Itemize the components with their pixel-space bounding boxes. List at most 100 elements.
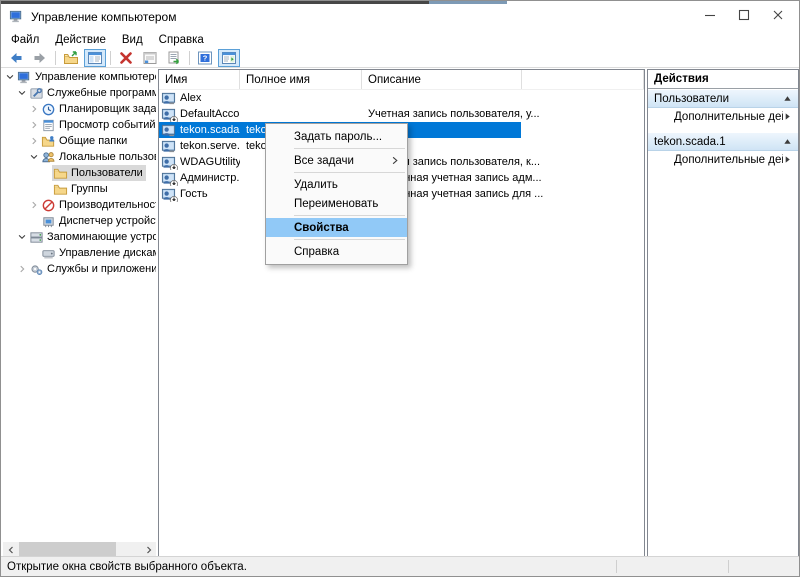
help-button[interactable]: ?: [194, 49, 216, 67]
tree-item-row[interactable]: Общие папки: [3, 133, 156, 149]
forward-arrow-button[interactable]: [29, 49, 51, 67]
forward-arrow-icon: [32, 50, 48, 66]
tree-node[interactable]: Локальные пользовате: [40, 149, 156, 165]
tree-node[interactable]: Запоминающие устройст: [28, 229, 156, 245]
tree-item-row[interactable]: Просмотр событий: [3, 117, 156, 133]
toolbar: ?: [1, 49, 799, 68]
chevron-expanded-icon[interactable]: [17, 232, 28, 243]
minimize-button[interactable]: [693, 3, 727, 27]
tree-chevron-spacer: [41, 184, 52, 195]
menubar-item-file[interactable]: Файл: [3, 32, 47, 48]
tree-node[interactable]: Производительность: [40, 197, 156, 213]
properties-button[interactable]: [139, 49, 161, 67]
tree-item-row[interactable]: Производительность: [3, 197, 156, 213]
tree-item-row[interactable]: Планировщик заданий: [3, 101, 156, 117]
collapse-section-icon[interactable]: [783, 94, 792, 103]
chevron-collapsed-icon[interactable]: [29, 104, 40, 115]
tree-horizontal-scrollbar[interactable]: [3, 542, 156, 557]
collapse-section-icon[interactable]: [783, 137, 792, 146]
more-actions-link[interactable]: Дополнительные дей...: [648, 151, 798, 168]
task-scheduler-icon: [41, 102, 56, 117]
menu-separator: [294, 148, 405, 149]
tree-node[interactable]: Управление дисками: [40, 245, 156, 261]
maximize-button[interactable]: [727, 3, 761, 27]
close-button[interactable]: [761, 3, 795, 27]
menubar-item-help[interactable]: Справка: [151, 32, 212, 48]
tree-item-row[interactable]: Управление дисками: [3, 245, 156, 261]
column-header-filler: [522, 70, 644, 89]
tree-item-row[interactable]: Пользователи: [3, 165, 156, 181]
console-tree-pane: Управление компьютером (лСлужебные прогр…: [3, 69, 156, 539]
title-bar: Управление компьютером: [1, 4, 799, 30]
menubar-item-action[interactable]: Действие: [47, 32, 114, 48]
context-menu-item-delete[interactable]: Удалить: [266, 175, 407, 194]
context-menu-item-help[interactable]: Справка: [266, 242, 407, 261]
chevron-collapsed-icon[interactable]: [29, 200, 40, 211]
tree-node[interactable]: Служебные программы: [28, 85, 156, 101]
cell-name: tekon.scada.1: [159, 122, 240, 138]
tree-item-row[interactable]: Служебные программы: [3, 85, 156, 101]
account-disabled-icon: [170, 196, 178, 203]
table-row[interactable]: DefaultAcco...Учетная запись пользовател…: [159, 106, 644, 122]
tree-item-label: Локальные пользовате: [59, 151, 156, 163]
tree-item-row[interactable]: Управление компьютером (л: [3, 69, 156, 85]
delete-x-button[interactable]: [115, 49, 137, 67]
tree-item-row[interactable]: Диспетчер устройств: [3, 213, 156, 229]
tree-node[interactable]: Общие папки: [40, 133, 130, 149]
more-actions-link[interactable]: Дополнительные дей...: [648, 108, 798, 125]
more-actions-arrow-icon: [783, 155, 792, 164]
properties-icon: [142, 50, 158, 66]
export-list-button[interactable]: [163, 49, 185, 67]
column-header-label: Описание: [368, 74, 421, 86]
context-menu-item-label: Удалить: [294, 179, 338, 191]
action-section-header[interactable]: tekon.scada.1: [648, 133, 798, 151]
context-menu-item-all-tasks[interactable]: Все задачи: [266, 151, 407, 170]
chevron-expanded-icon[interactable]: [29, 152, 40, 163]
tree-item-row[interactable]: Запоминающие устройст: [3, 229, 156, 245]
chevron-collapsed-icon[interactable]: [29, 120, 40, 131]
show-console-tree-button[interactable]: [84, 49, 106, 67]
show-action-pane-button[interactable]: [218, 49, 240, 67]
scrollbar-thumb[interactable]: [19, 542, 116, 557]
column-header[interactable]: Полное имя: [240, 70, 362, 89]
context-menu-item-rename[interactable]: Переименовать: [266, 194, 407, 213]
tree-node[interactable]: Пользователи: [52, 165, 146, 181]
tree-item-label: Службы и приложения: [47, 263, 156, 275]
tree-item-row[interactable]: Группы: [3, 181, 156, 197]
column-header[interactable]: Имя: [159, 70, 240, 89]
action-section-header[interactable]: Пользователи: [648, 90, 798, 108]
tree-item-row[interactable]: Локальные пользовате: [3, 149, 156, 165]
status-text: Открытие окна свойств выбранного объекта…: [7, 561, 247, 573]
window-title: Управление компьютером: [31, 10, 176, 24]
scroll-right-icon[interactable]: [141, 542, 156, 557]
folder-up-button[interactable]: [60, 49, 82, 67]
tree-node[interactable]: Диспетчер устройств: [40, 213, 156, 229]
status-bar-divider: [728, 560, 729, 573]
scroll-left-icon[interactable]: [3, 542, 18, 557]
context-menu-item-label: Все задачи: [294, 155, 354, 167]
context-menu-item-properties[interactable]: Свойства: [266, 218, 407, 237]
action-section-title: Пользователи: [654, 93, 783, 105]
user-name: tekon.scada.1: [180, 124, 240, 136]
tree-node[interactable]: Группы: [52, 181, 111, 197]
tree-node[interactable]: Службы и приложения: [28, 261, 156, 277]
folder-up-icon: [63, 50, 79, 66]
chevron-expanded-icon[interactable]: [17, 88, 28, 99]
chevron-expanded-icon[interactable]: [5, 72, 16, 83]
background-window-sliver-segment: [429, 1, 507, 4]
tree-node[interactable]: Планировщик заданий: [40, 101, 156, 117]
cell-description: [362, 90, 562, 106]
cell-name: WDAGUtility...: [159, 154, 240, 170]
menubar-item-view[interactable]: Вид: [114, 32, 151, 48]
menu-separator: [294, 239, 405, 240]
tree-node[interactable]: Управление компьютером (л: [16, 69, 156, 85]
table-row[interactable]: Alex: [159, 90, 644, 106]
tree-node[interactable]: Просмотр событий: [40, 117, 156, 133]
tree-item-row[interactable]: Службы и приложения: [3, 261, 156, 277]
chevron-collapsed-icon[interactable]: [17, 264, 28, 275]
back-arrow-button[interactable]: [5, 49, 27, 67]
context-menu-item-set-password[interactable]: Задать пароль...: [266, 127, 407, 146]
show-console-tree-icon: [87, 50, 103, 66]
chevron-collapsed-icon[interactable]: [29, 136, 40, 147]
column-header[interactable]: Описание: [362, 70, 522, 89]
